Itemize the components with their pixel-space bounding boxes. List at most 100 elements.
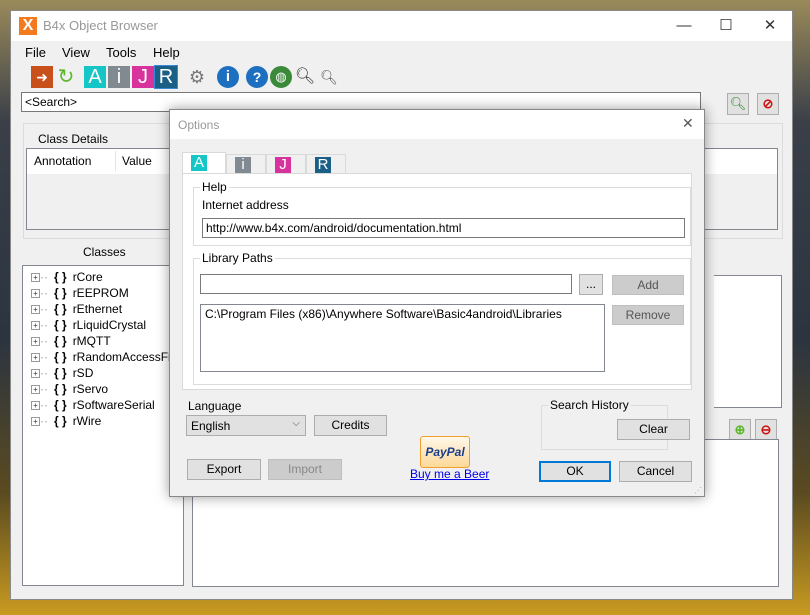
resize-grip[interactable]: ⋰ [694,486,702,495]
tab-b4a[interactable]: A [182,152,226,175]
tree-item[interactable]: + ··{ } rMQTT [23,333,183,349]
toolbar: ➜ ↻ A i J R ⚙ i ? ◍ 🔍︎ 🔍︎ [21,65,341,90]
class-name: rSD [72,366,94,380]
add-button[interactable]: ⊕ [729,419,751,441]
close-button[interactable]: ✕ [755,15,785,37]
globe-icon[interactable]: ◍ [270,66,292,88]
options-dialog: Options ✕ A i J R Help Internet address … [169,109,705,497]
class-name: rCore [72,270,103,284]
tab-b4j[interactable]: J [266,154,306,174]
classes-tree[interactable]: + ··{ } rCore + ··{ } rEEPROM + ··{ } rEthernet +… [22,265,184,586]
expand-icon[interactable]: + [31,401,40,411]
class-name: rSoftwareSerial [72,398,155,412]
class-name: rWire [72,414,102,428]
settings-icon[interactable]: ⚙ [186,66,208,88]
help-group-title: Help [200,180,229,194]
library-path-item[interactable]: C:\Program Files (x86)\Anywhere Software… [205,307,600,321]
maximize-button[interactable]: ☐ [711,15,741,37]
refresh-icon[interactable]: ↻ [55,66,77,88]
expand-icon[interactable]: + [31,305,40,315]
class-name: rMQTT [72,334,111,348]
class-icon: { } [54,366,67,380]
menu-view[interactable]: View [62,45,90,60]
paypal-logo[interactable]: PayPal [420,436,470,468]
classes-title: Classes [83,245,126,259]
class-icon: { } [54,382,67,396]
expand-icon[interactable]: + [31,353,40,363]
clear-history-button[interactable]: Clear [617,419,690,440]
clear-search-button[interactable]: ⊘ [757,93,779,115]
expand-icon[interactable]: + [31,369,40,379]
tree-item[interactable]: + ··{ } rEthernet [23,301,183,317]
info-icon[interactable]: i [217,66,239,88]
tree-item[interactable]: + ··{ } rSD [23,365,183,381]
class-icon: { } [54,398,67,412]
export-button[interactable]: Export [187,459,261,480]
exit-icon[interactable]: ➜ [31,66,53,88]
library-paths-title: Library Paths [200,251,275,265]
tab-b4i[interactable]: i [226,154,266,174]
import-button[interactable]: Import [268,459,342,480]
column-value[interactable]: Value [122,154,152,168]
credits-button[interactable]: Credits [314,415,387,436]
tree-item[interactable]: + ··{ } rSoftwareSerial [23,397,183,413]
b4j-icon[interactable]: J [132,66,154,88]
ok-button[interactable]: OK [539,461,611,482]
add-path-button[interactable]: Add [612,275,684,295]
browse-button[interactable]: ... [579,274,603,295]
class-name: rRandomAccessFile [72,350,181,364]
search-history-title: Search History [548,398,631,412]
app-logo: X [19,17,37,35]
tab-panel: Help Internet address http://www.b4x.com… [182,173,692,390]
b4a-icon[interactable]: A [84,66,106,88]
tree-item[interactable]: + ··{ } rLiquidCrystal [23,317,183,333]
class-icon: { } [54,414,67,428]
b4i-icon[interactable]: i [108,66,130,88]
tree-item[interactable]: + ··{ } rCore [23,269,183,285]
search-file-icon[interactable]: 🔍︎ [318,66,340,88]
class-details-title: Class Details [38,132,109,146]
members-list[interactable] [714,275,782,408]
search-history-group: Search History Clear [541,398,690,450]
dialog-close-button[interactable]: ✕ [682,115,694,132]
expand-icon[interactable]: + [31,385,40,395]
help-icon[interactable]: ? [246,66,268,88]
expand-icon[interactable]: + [31,289,40,299]
class-icon: { } [54,270,67,284]
tree-item[interactable]: + ··{ } rWire [23,413,183,429]
menu-help[interactable]: Help [153,45,180,60]
tab-b4r[interactable]: R [306,154,346,174]
library-path-input[interactable] [200,274,572,294]
library-paths-list[interactable]: C:\Program Files (x86)\Anywhere Software… [200,304,605,372]
cancel-button[interactable]: Cancel [619,461,692,482]
internet-address-input[interactable]: http://www.b4x.com/android/documentation… [202,218,685,238]
chevron-down-icon: ⌵ [292,418,300,429]
menu-bar: File View Tools Help [11,42,792,64]
column-annotation[interactable]: Annotation [34,154,91,168]
remove-path-button[interactable]: Remove [612,305,684,325]
tree-item[interactable]: + ··{ } rEEPROM [23,285,183,301]
buy-beer-link[interactable]: Buy me a Beer [410,467,489,481]
language-select[interactable]: English ⌵ [186,415,306,436]
b4r-icon[interactable]: R [154,65,178,89]
menu-tools[interactable]: Tools [106,45,136,60]
expand-icon[interactable]: + [31,321,40,331]
library-paths-group: Library Paths ... Add Remove C:\Program … [193,251,691,385]
search-icon[interactable]: 🔍︎ [294,66,316,88]
minimize-button[interactable]: — [669,15,699,37]
remove-button[interactable]: ⊖ [755,419,777,441]
class-name: rEthernet [72,302,123,316]
class-name: rServo [72,382,109,396]
tree-item[interactable]: + ··{ } rRandomAccessFile [23,349,183,365]
search-go-button[interactable]: 🔍︎ [727,93,749,115]
expand-icon[interactable]: + [31,417,40,427]
window-title: B4x Object Browser [43,18,158,33]
tree-item[interactable]: + ··{ } rServo [23,381,183,397]
expand-icon[interactable]: + [31,337,40,347]
help-group: Help Internet address http://www.b4x.com… [193,180,691,246]
expand-icon[interactable]: + [31,273,40,283]
class-name: rEEPROM [72,286,129,300]
language-value: English [191,419,231,433]
menu-file[interactable]: File [25,45,46,60]
class-icon: { } [54,302,67,316]
